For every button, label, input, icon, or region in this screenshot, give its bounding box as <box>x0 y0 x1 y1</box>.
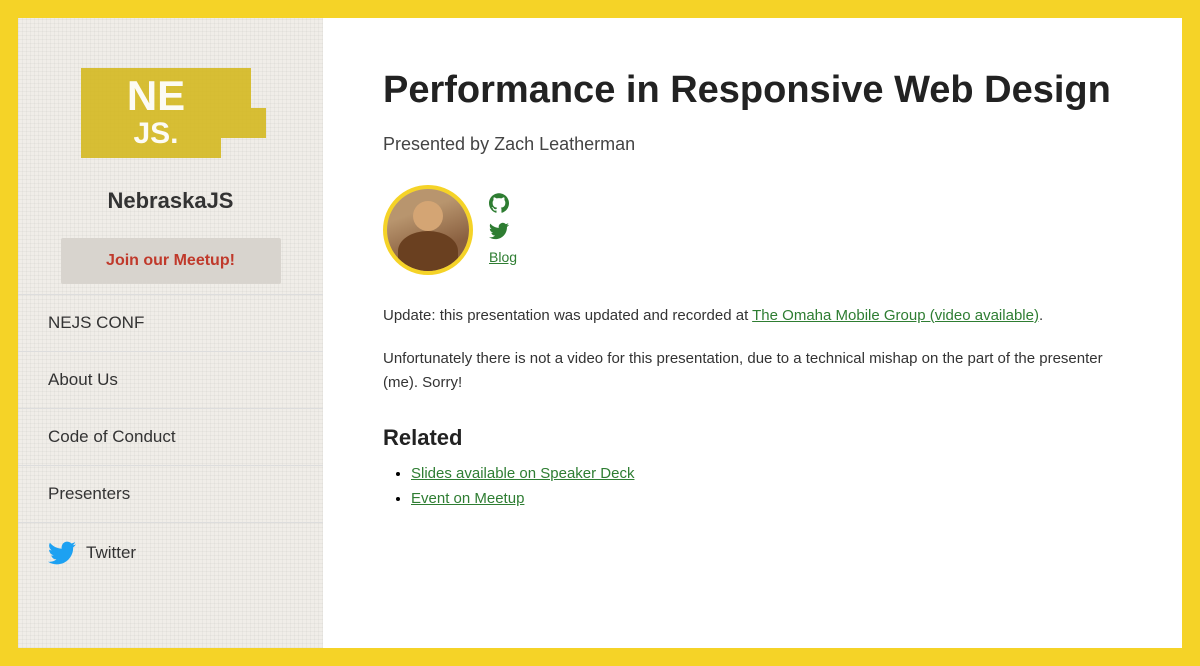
no-video-text: Unfortunately there is not a video for t… <box>383 347 1122 395</box>
related-heading: Related <box>383 425 1122 451</box>
update-prefix: Update: this presentation was updated an… <box>383 307 752 324</box>
sidebar: NE JS. NebraskaJS Join our Meetup! NEJS … <box>18 18 323 648</box>
omaha-mobile-group-link[interactable]: The Omaha Mobile Group (video available) <box>752 307 1039 324</box>
logo-container[interactable]: NE JS. <box>71 48 271 178</box>
main-content: Performance in Responsive Web Design Pre… <box>323 18 1182 648</box>
sidebar-item-presenters[interactable]: Presenters <box>18 465 323 522</box>
twitter-icon <box>48 539 76 567</box>
blog-link[interactable]: Blog <box>489 249 517 265</box>
nebraska-logo: NE JS. <box>71 48 271 178</box>
speaker-links: Blog <box>489 185 517 265</box>
svg-text:NE: NE <box>126 72 184 119</box>
sidebar-item-about-us[interactable]: About Us <box>18 351 323 408</box>
twitter-link[interactable] <box>489 221 517 241</box>
page-title: Performance in Responsive Web Design <box>383 68 1122 114</box>
related-list: Slides available on Speaker Deck Event o… <box>383 465 1122 507</box>
speaker-deck-link[interactable]: Slides available on Speaker Deck <box>411 465 634 482</box>
sidebar-item-code-of-conduct[interactable]: Code of Conduct <box>18 408 323 465</box>
sidebar-nav: Join our Meetup! NEJS CONF About Us Code… <box>18 238 323 583</box>
meetup-event-link[interactable]: Event on Meetup <box>411 490 524 507</box>
site-title: NebraskaJS <box>108 188 234 214</box>
join-meetup-button[interactable]: Join our Meetup! <box>61 238 281 284</box>
speaker-section: Blog <box>383 185 1122 275</box>
github-link[interactable] <box>489 193 517 213</box>
svg-text:JS.: JS. <box>133 117 178 150</box>
avatar-container <box>383 185 473 275</box>
update-section: Update: this presentation was updated an… <box>383 305 1122 328</box>
twitter-label: Twitter <box>86 543 136 563</box>
presenter-line: Presented by Zach Leatherman <box>383 134 1122 155</box>
avatar-ring <box>383 185 473 275</box>
avatar <box>387 189 469 271</box>
list-item: Event on Meetup <box>411 490 1122 507</box>
update-suffix: . <box>1039 307 1043 324</box>
list-item: Slides available on Speaker Deck <box>411 465 1122 482</box>
github-icon <box>489 193 509 213</box>
twitter-small-icon <box>489 221 509 241</box>
sidebar-item-nejs-conf[interactable]: NEJS CONF <box>18 294 323 351</box>
sidebar-item-twitter[interactable]: Twitter <box>18 522 323 583</box>
